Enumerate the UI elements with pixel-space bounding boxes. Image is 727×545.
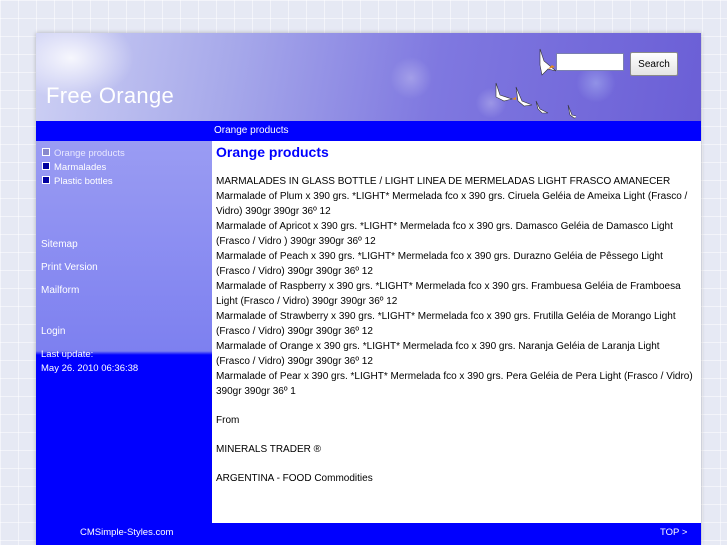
last-update-label: Last update: (41, 349, 94, 360)
login-link[interactable]: Login (41, 326, 65, 337)
page-container: Free Orange Search Orange products Orang… (36, 33, 701, 545)
content-paragraph: Marmalade of Orange x 390 grs. *LIGHT* M… (216, 341, 660, 367)
bullet-icon (42, 162, 50, 170)
main-content: Orange products MARMALADES IN GLASS BOTT… (216, 145, 696, 486)
content-paragraph: Marmalade of Strawberry x 390 grs. *LIGH… (216, 311, 676, 337)
top-nav-bar: Orange products (36, 121, 701, 141)
sidebar-item-marmalades[interactable]: Marmalades (42, 161, 125, 175)
content-paragraph: Marmalade of Apricot x 390 grs. *LIGHT* … (216, 221, 673, 247)
sidebar-item-plastic-bottles[interactable]: Plastic bottles (42, 175, 125, 189)
page-title: Orange products (216, 144, 329, 160)
search-input[interactable] (556, 53, 624, 71)
sitemap-link[interactable]: Sitemap (41, 239, 78, 250)
sidebar: Orange products Marmalades Plastic bottl… (36, 141, 212, 523)
print-version-link[interactable]: Print Version (41, 262, 98, 273)
sidebar-item-label: Orange products (54, 148, 125, 159)
header-banner: Free Orange Search (36, 33, 701, 121)
bullet-icon (42, 148, 50, 156)
search-button[interactable]: Search (630, 52, 678, 76)
breadcrumb[interactable]: Orange products (214, 121, 289, 141)
sidebar-menu: Orange products Marmalades Plastic bottl… (42, 147, 125, 189)
last-update-value: May 26. 2010 06:36:38 (41, 363, 139, 374)
content-paragraph: Marmalade of Peach x 390 grs. *LIGHT* Me… (216, 251, 663, 277)
content-from: From (216, 415, 240, 426)
back-to-top-link[interactable]: TOP > (660, 523, 687, 543)
footer-bar: CMSimple-Styles.com TOP > (36, 523, 701, 545)
content-company: MINERALS TRADER ® (216, 444, 321, 455)
sidebar-item-orange-products[interactable]: Orange products (42, 147, 125, 161)
sidebar-item-label: Marmalades (54, 162, 107, 173)
content-paragraph: Marmalade of Plum x 390 grs. *LIGHT* Mer… (216, 191, 688, 217)
footer-credit-link[interactable]: CMSimple-Styles.com (80, 523, 173, 543)
mailform-link[interactable]: Mailform (41, 285, 79, 296)
content-paragraph: MARMALADES IN GLASS BOTTLE / LIGHT LINEA… (216, 176, 671, 187)
sidebar-item-label: Plastic bottles (54, 176, 113, 187)
site-title: Free Orange (46, 83, 175, 108)
content-country: ARGENTINA - FOOD Commodities (216, 473, 373, 484)
bullet-icon (42, 176, 50, 184)
content-paragraph: Marmalade of Raspberry x 390 grs. *LIGHT… (216, 281, 681, 307)
content-paragraph: Marmalade of Pear x 390 grs. *LIGHT* Mer… (216, 371, 693, 397)
